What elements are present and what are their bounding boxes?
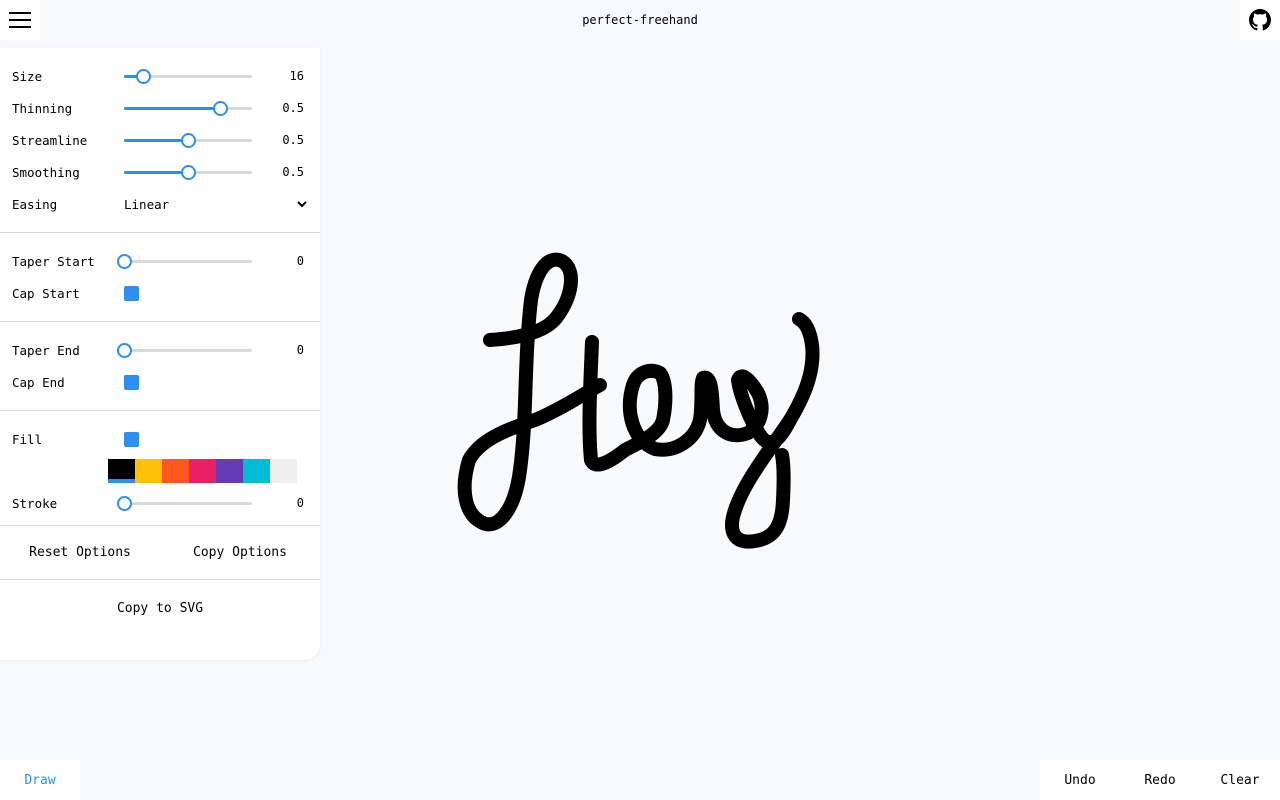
- cap-end-row: Cap End: [0, 366, 320, 398]
- smoothing-row: Smoothing 0.5: [0, 156, 320, 188]
- slider-track: [124, 260, 252, 263]
- style-options-group: Fill Stroke 0: [0, 411, 320, 526]
- color-swatch[interactable]: [135, 459, 162, 483]
- action-bar: Undo Redo Clear: [1040, 760, 1280, 800]
- stroke-value: 0: [296, 496, 304, 510]
- taper-end-slider[interactable]: [116, 342, 252, 358]
- hey-drawing: [457, 252, 820, 549]
- cap-start-checkbox[interactable]: [124, 285, 139, 301]
- color-swatch[interactable]: [108, 459, 135, 483]
- taper-end-row: Taper End 0: [0, 334, 320, 366]
- clear-button[interactable]: Clear: [1200, 760, 1280, 800]
- smoothing-label: Smoothing: [12, 164, 80, 180]
- color-swatches: [108, 459, 297, 483]
- size-slider[interactable]: [124, 68, 252, 84]
- slider-thumb[interactable]: [180, 165, 196, 180]
- taper-start-value: 0: [296, 254, 304, 268]
- copy-options-button[interactable]: Copy Options: [160, 545, 320, 560]
- thinning-slider[interactable]: [124, 100, 252, 116]
- color-row: [0, 455, 320, 487]
- slider-thumb[interactable]: [180, 133, 196, 148]
- taper-start-slider[interactable]: [116, 253, 252, 269]
- slider-fill: [124, 107, 220, 110]
- app-title: perfect-freehand: [582, 13, 698, 27]
- redo-button[interactable]: Redo: [1120, 760, 1200, 800]
- stroke-label: Stroke: [12, 495, 58, 511]
- taper-start-label: Taper Start: [12, 253, 95, 269]
- streamline-row: Streamline 0.5: [0, 124, 320, 156]
- chevron-down-icon: [297, 201, 307, 208]
- undo-button[interactable]: Undo: [1040, 760, 1120, 800]
- reset-options-button[interactable]: Reset Options: [0, 545, 160, 560]
- options-buttons: Reset Options Copy Options: [0, 526, 320, 580]
- slider-track: [124, 349, 252, 352]
- fill-label: Fill: [12, 431, 43, 447]
- color-swatch[interactable]: [162, 459, 189, 483]
- size-row: Size 16: [0, 60, 320, 92]
- easing-select[interactable]: Linear: [124, 197, 308, 212]
- thinning-label: Thinning: [12, 100, 73, 116]
- copy-to-svg-button[interactable]: Copy to SVG: [0, 580, 320, 636]
- size-value: 16: [289, 69, 304, 83]
- stroke-options-group: Size 16 Thinning 0.5 Streamline 0.5 Smoo…: [0, 48, 320, 233]
- cap-end-checkbox[interactable]: [124, 374, 139, 390]
- color-swatch[interactable]: [243, 459, 270, 483]
- easing-value: Linear: [124, 196, 170, 212]
- taper-end-label: Taper End: [12, 342, 80, 358]
- size-label: Size: [12, 68, 43, 84]
- color-swatch[interactable]: [216, 459, 243, 483]
- easing-label: Easing: [12, 196, 58, 212]
- easing-row: Easing Linear: [0, 188, 320, 220]
- streamline-label: Streamline: [12, 132, 88, 148]
- fill-row: Fill: [0, 423, 320, 455]
- taper-start-row: Taper Start 0: [0, 245, 320, 277]
- options-panel: Size 16 Thinning 0.5 Streamline 0.5 Smoo…: [0, 48, 320, 660]
- color-swatch[interactable]: [270, 459, 297, 483]
- fill-checkbox[interactable]: [124, 431, 139, 447]
- smoothing-value: 0.5: [282, 165, 304, 179]
- color-swatch[interactable]: [189, 459, 216, 483]
- smoothing-slider[interactable]: [124, 164, 252, 180]
- start-options-group: Taper Start 0 Cap Start: [0, 233, 320, 322]
- slider-thumb[interactable]: [135, 69, 151, 84]
- draw-tool-button[interactable]: Draw: [0, 760, 80, 800]
- github-link[interactable]: [1240, 0, 1280, 40]
- thinning-value: 0.5: [282, 101, 304, 115]
- stroke-row: Stroke 0: [0, 487, 320, 519]
- stroke-slider[interactable]: [116, 495, 252, 511]
- end-options-group: Taper End 0 Cap End: [0, 322, 320, 411]
- cap-start-label: Cap Start: [12, 285, 80, 301]
- streamline-slider[interactable]: [124, 132, 252, 148]
- slider-thumb[interactable]: [116, 343, 132, 358]
- cap-start-row: Cap Start: [0, 277, 320, 309]
- slider-fill: [124, 139, 188, 142]
- slider-thumb[interactable]: [116, 254, 132, 269]
- slider-track: [124, 502, 252, 505]
- taper-end-value: 0: [296, 343, 304, 357]
- streamline-value: 0.5: [282, 133, 304, 147]
- slider-fill: [124, 171, 188, 174]
- slider-thumb[interactable]: [212, 101, 228, 116]
- thinning-row: Thinning 0.5: [0, 92, 320, 124]
- github-icon: [1249, 9, 1271, 31]
- slider-thumb[interactable]: [116, 496, 132, 511]
- cap-end-label: Cap End: [12, 374, 65, 390]
